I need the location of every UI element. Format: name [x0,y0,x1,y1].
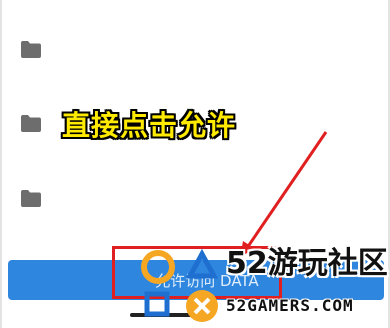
watermark-title: 52游玩社区 [226,246,388,281]
gamers-logo-icon [141,248,219,322]
watermark: 52游玩社区 52GAMERS.COM [140,236,390,328]
watermark-domain: 52GAMERS.COM [226,296,354,315]
file-picker-dialog: 直接点击允许 允许访问 DATA 52游玩社区 52GAMERS.COM [0,0,390,328]
